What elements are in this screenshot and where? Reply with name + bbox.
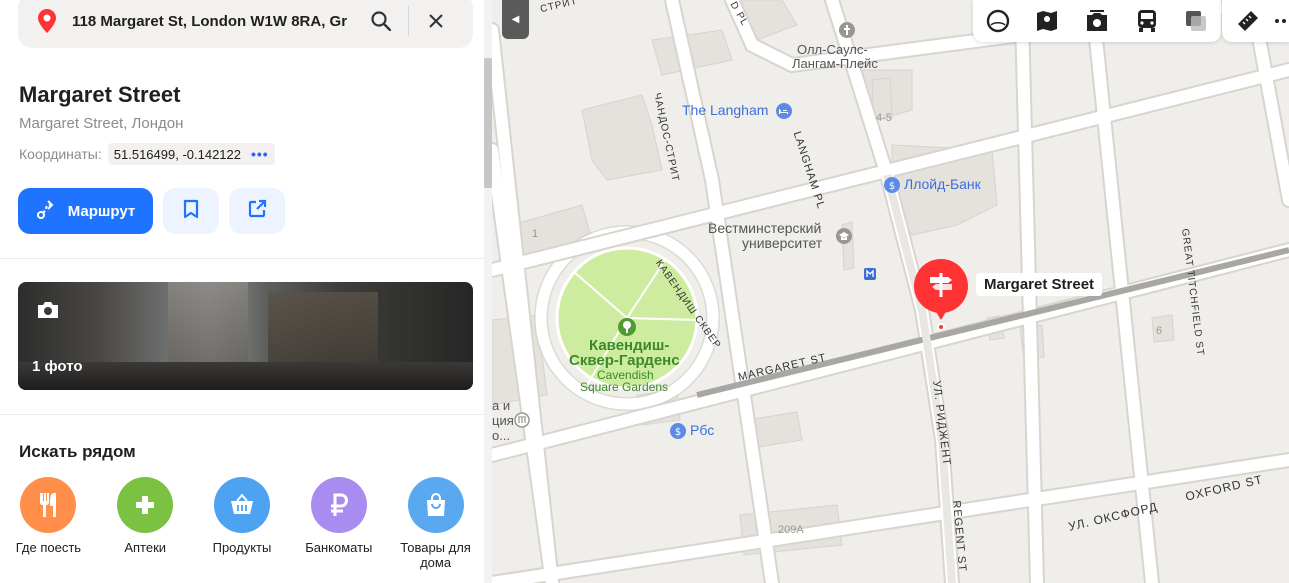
map-house-number: 6 — [1156, 325, 1163, 337]
category-label: Аптеки — [124, 540, 167, 555]
route-button[interactable]: Маршрут — [18, 188, 153, 234]
map-label-garden4[interactable]: Square Gardens — [580, 380, 668, 394]
map-layers-toolbar — [973, 0, 1221, 42]
plus-icon — [117, 477, 174, 533]
camera-icon — [36, 300, 60, 325]
search-input[interactable] — [72, 12, 362, 30]
coordinates-text: 51.516499, -0.142122 — [113, 146, 241, 162]
collapse-panel-button[interactable]: ◀ — [502, 0, 529, 39]
search-divider — [408, 6, 409, 36]
place-panel: Margaret Street Margaret Street, Лондон … — [0, 0, 492, 583]
ruler-icon[interactable] — [1234, 6, 1261, 36]
action-buttons: Маршрут — [18, 188, 285, 234]
map-label-fragment: а и — [492, 398, 511, 413]
category-label: Товары для дома — [400, 540, 471, 570]
map-house-number: 4-5 — [876, 112, 892, 124]
basket-icon — [213, 477, 270, 533]
close-icon[interactable] — [417, 2, 455, 40]
search-icon[interactable] — [362, 2, 400, 40]
category-label: Банкоматы — [305, 540, 373, 555]
category-label: Где поесть — [15, 540, 82, 555]
share-icon — [247, 199, 267, 224]
photo-preview[interactable]: 1 фото — [18, 282, 473, 390]
marker-point — [937, 323, 945, 331]
bookmark-button[interactable] — [163, 188, 219, 234]
search-bar — [18, 0, 473, 48]
bookmark-icon — [183, 199, 199, 224]
share-button[interactable] — [229, 188, 285, 234]
map-label-langham[interactable]: The Langham — [682, 102, 768, 118]
photo-count: 1 фото — [32, 358, 83, 375]
category-groceries[interactable]: Продукты — [194, 477, 291, 570]
photo-layer-icon[interactable] — [1082, 6, 1112, 36]
map-label-westminster[interactable]: Вестминстерский — [708, 220, 821, 236]
coordinates-row: Координаты: 51.516499, -0.142122 ••• — [19, 143, 275, 165]
map-tools-toolbar — [1222, 0, 1289, 42]
map-label-westminster2[interactable]: университет — [742, 235, 822, 251]
map-label-rbs[interactable]: Рбс — [690, 422, 714, 438]
map-canvas[interactable]: Олл-Саулс- Лангам-Плейс The Langham Ллой… — [492, 0, 1289, 583]
signpost-icon — [927, 271, 955, 302]
fork-knife-icon — [20, 477, 77, 533]
section-divider — [0, 414, 484, 415]
scrollbar-thumb[interactable] — [484, 58, 492, 188]
category-pharmacy[interactable]: Аптеки — [97, 477, 194, 570]
svg-text:$: $ — [889, 181, 895, 192]
more-icon[interactable] — [1275, 6, 1289, 36]
route-icon — [36, 198, 58, 224]
more-icon[interactable]: ••• — [251, 146, 269, 162]
marker-label[interactable]: Margaret Street — [976, 273, 1103, 296]
coordinates-value[interactable]: 51.516499, -0.142122 ••• — [107, 143, 275, 165]
map-roads — [492, 0, 1289, 583]
place-subtitle: Margaret Street, Лондон — [19, 115, 184, 132]
category-food[interactable]: Где поесть — [0, 477, 97, 570]
nearby-title: Искать рядом — [19, 442, 136, 461]
coordinates-label: Координаты: — [19, 146, 102, 162]
map-label-fragment: ция — [492, 413, 514, 428]
category-atm[interactable]: Банкоматы — [290, 477, 387, 570]
place-title: Margaret Street — [19, 82, 181, 107]
photo-road — [18, 362, 473, 390]
ruble-icon — [310, 477, 367, 533]
svg-text:$: $ — [675, 427, 681, 438]
place-marker[interactable] — [914, 259, 968, 313]
map-layers-icon[interactable] — [1181, 6, 1211, 36]
transit-icon[interactable] — [1132, 6, 1162, 36]
triangle-left-icon: ◀ — [511, 14, 520, 25]
panorama-icon[interactable] — [983, 6, 1013, 36]
panel-scrollbar[interactable] — [484, 0, 492, 583]
map-book-icon[interactable] — [1032, 6, 1062, 36]
category-home-goods[interactable]: Товары для дома — [387, 477, 484, 570]
map-house-number: 1 — [532, 228, 539, 240]
category-label: Продукты — [212, 540, 272, 555]
nearby-categories: Где поесть Аптеки Продукты Банкоматы Тов… — [0, 477, 484, 570]
map-label-garden2[interactable]: Сквер-Гарденс — [569, 352, 680, 369]
map-label-olla2[interactable]: Лангам-Плейс — [792, 56, 878, 71]
map-label-fragment: о... — [492, 428, 511, 443]
section-divider — [0, 258, 484, 259]
map-building — [581, 94, 663, 181]
map-house-number: 209A — [778, 524, 804, 536]
map-label-lloyd[interactable]: Ллойд-Банк — [904, 176, 981, 192]
route-label: Маршрут — [67, 202, 136, 220]
map-label-olla[interactable]: Олл-Саулс- — [797, 42, 868, 57]
bag-icon — [407, 477, 464, 533]
location-pin-icon — [36, 9, 58, 33]
